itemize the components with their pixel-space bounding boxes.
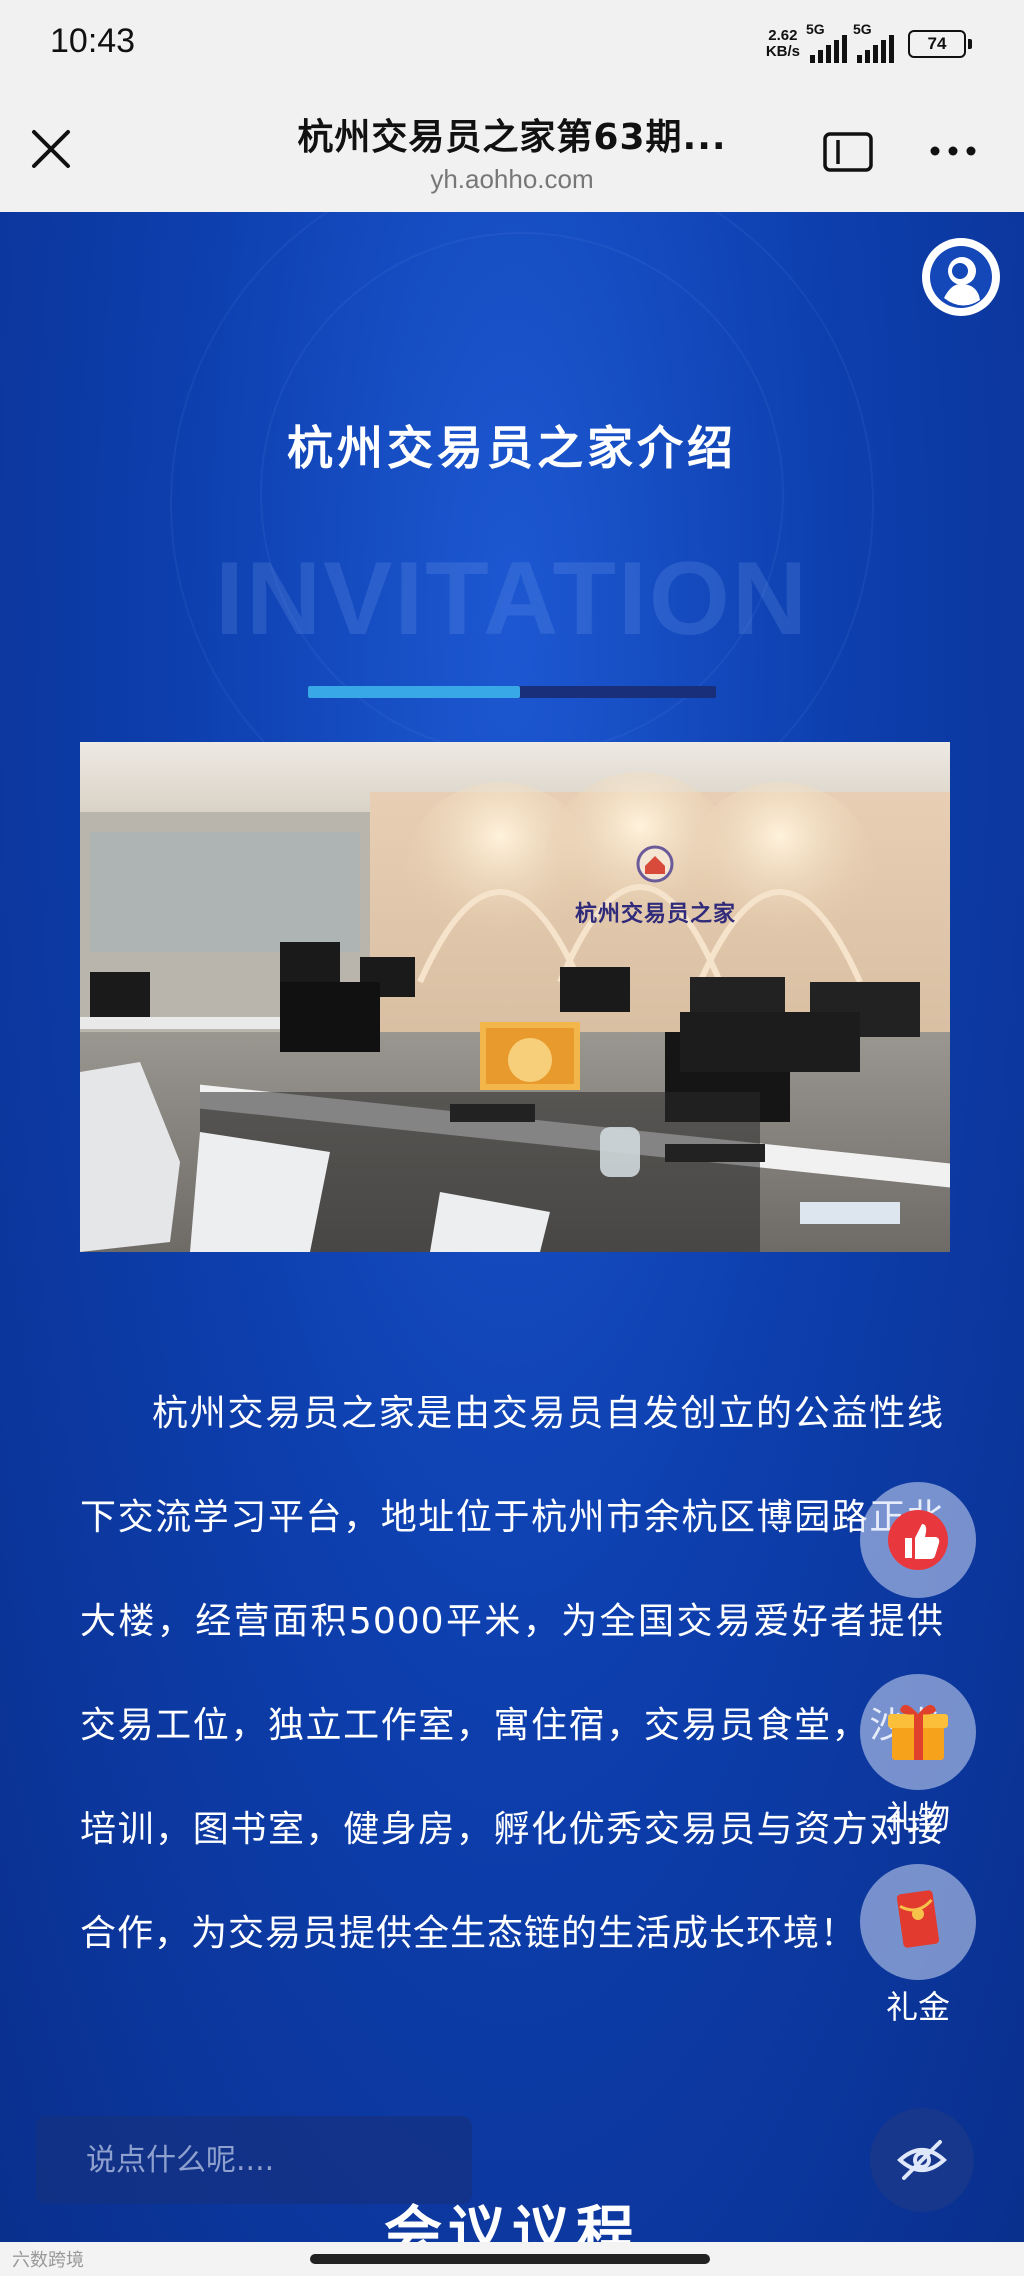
- close-icon[interactable]: [28, 126, 74, 172]
- invitation-watermark: INVITATION: [215, 541, 809, 657]
- system-bottom-bar: 六数跨境: [0, 2242, 1024, 2276]
- office-sign-text: 杭州交易员之家: [575, 902, 737, 927]
- event-page: INVITATION 杭州交易员之家介绍 杭州交易员之家 杭州交易员之家是由交易…: [0, 212, 1024, 2276]
- more-icon[interactable]: [928, 136, 978, 166]
- browser-nav-bar: 杭州交易员之家第63期... yh.aohho.com: [0, 90, 1024, 212]
- signal-icon-2: 5G: [853, 21, 894, 63]
- signal-icon: 5G: [806, 21, 847, 63]
- progress-fill: [308, 686, 521, 698]
- cash-gift-button[interactable]: [860, 1864, 976, 1980]
- progress-bar: [308, 686, 716, 698]
- page-title: 杭州交易员之家第63期...: [297, 117, 727, 158]
- user-avatar-icon[interactable]: [922, 238, 1000, 316]
- status-time: 10:43: [50, 22, 136, 60]
- office-photo: 杭州交易员之家: [80, 742, 950, 1252]
- tabs-icon[interactable]: [822, 130, 874, 174]
- gift-icon: [888, 1704, 948, 1760]
- thumbs-up-icon: [888, 1510, 948, 1570]
- red-envelope-icon: [896, 1890, 940, 1948]
- home-indicator[interactable]: [310, 2254, 710, 2264]
- cash-gift-label: 礼金: [885, 1988, 950, 2026]
- status-indicators: 2.62 KB/s 5G 5G 74: [765, 21, 972, 64]
- network-speed: 2.62 KB/s: [765, 27, 800, 60]
- brand-watermark: 六数跨境: [12, 2250, 84, 2271]
- like-button[interactable]: [860, 1482, 976, 1598]
- hide-danmaku-icon[interactable]: [870, 2108, 974, 2212]
- battery-icon: 74: [908, 30, 972, 58]
- gift-button[interactable]: [860, 1674, 976, 1790]
- status-bar: 10:43 2.62 KB/s 5G 5G 74: [0, 0, 1024, 90]
- page-url: yh.aohho.com: [430, 164, 594, 194]
- intro-paragraph: 杭州交易员之家是由交易员自发创立的公益性线下交流学习平台，地址位于杭州市余杭区博…: [80, 1393, 944, 1954]
- decorative-ring: [260, 232, 784, 756]
- gift-label: 礼物: [885, 1798, 950, 1836]
- office-photo-illustration: [80, 742, 950, 1252]
- section-title: 杭州交易员之家介绍: [287, 421, 737, 475]
